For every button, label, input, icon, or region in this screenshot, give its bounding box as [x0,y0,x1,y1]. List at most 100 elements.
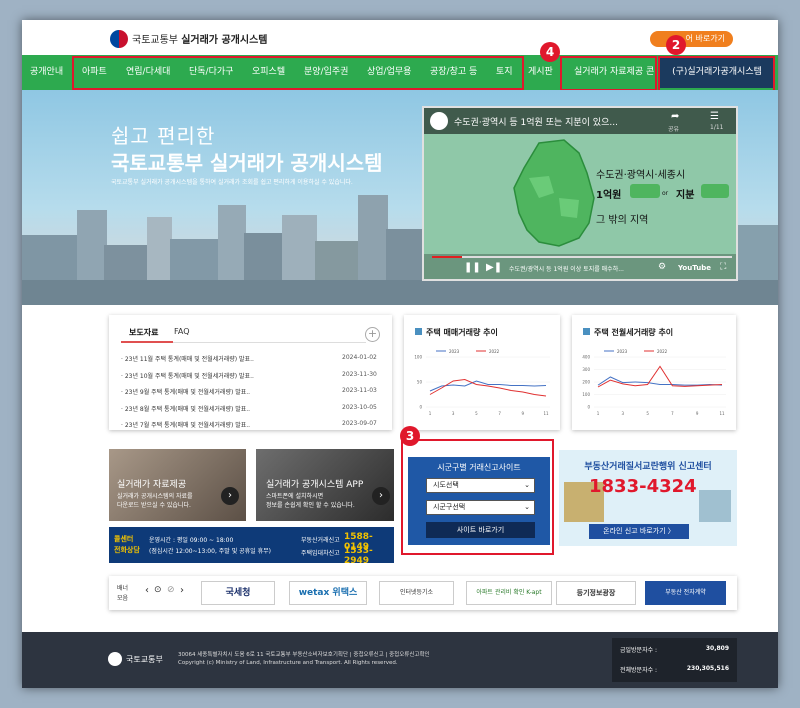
call-center-label2: 전화상담 [114,546,140,554]
y-tick-label: 200 [582,380,590,385]
news-item[interactable]: · 23년 10월 주택 통계(매매 및 전월세거래량) 발표.. [121,371,254,380]
y-tick-label: 100 [414,355,422,360]
chevron-down-icon: ⌄ [524,481,530,489]
next-icon[interactable]: › [180,585,184,596]
tab-faq[interactable]: FAQ [174,327,190,336]
video-progress-fill [432,256,462,258]
badge-2: 2 [666,35,686,55]
arrow-right-icon[interactable]: › [221,487,239,505]
chart-card-sales[interactable]: 주택 매매거래량 추이 2023 2022 100 50 0 1 3 5 7 9 11 [404,315,560,430]
call-center-label1: 콜센터 [114,535,134,543]
video-text-2c: 지분 [676,190,695,201]
building-illustration [699,490,731,522]
legend-label: 2023 [449,349,460,354]
today-visitors-count: 30,809 [705,645,729,652]
site-title-main: 실거래가 공개시스템 [181,35,268,46]
footer-copyright: Copyright (c) Ministry of Land, Infrastr… [178,660,398,666]
video-player[interactable]: 수도권·광역시 등 1억원 또는 지분이 있으... ➦ 공유 ☰ 1/11 수… [422,106,738,281]
video-caption: 수도권/광역시 등 1억원 이상 토지를 매수하... [509,266,624,273]
playlist-icon[interactable]: ☰ [710,111,719,122]
news-item[interactable]: · 23년 8월 주택 통계(매매 및 전월세거래량) 발표.. [121,404,250,413]
video-text-3: 그 밖의 지역 [596,215,649,226]
share-icon[interactable]: ➦ [671,111,679,122]
play-icon[interactable]: ⊙ [154,585,162,595]
channel-avatar[interactable] [430,112,448,130]
tab-press-release[interactable]: 보도자료 [129,327,158,338]
badge-3: 3 [400,426,420,446]
district-select[interactable]: 시군구선택 ⌄ [426,500,535,515]
badge-4: 4 [540,42,560,62]
site-go-button[interactable]: 사이트 바로가기 [426,522,535,538]
data-provision-banner[interactable]: 실거래가 자료제공 실거래가 공개시스템의 자료를 다운로드 받으실 수 있습니… [109,449,246,521]
arrow-right-icon[interactable]: › [372,487,390,505]
nav-item-guide[interactable]: 공개안내 [30,55,63,90]
footer-address: 30064 세종특별자치시 도움 6로 11 국토교통부 부동산소비자보호기획단… [178,652,430,658]
banner-registry-plaza[interactable]: 등기정보광장 [556,581,636,605]
online-report-link[interactable]: 온라인 신고 바로가기 〉 [589,524,689,539]
app-banner[interactable]: 실거래가 공개시스템 APP 스마트폰에 설치하시면 정보를 손쉽게 확인 할 … [256,449,394,521]
call-center-banner: 콜센터 전화상담 운영시간 : 평일 09:00 ~ 18:00 (점심시간 1… [109,527,394,563]
y-tick-label: 400 [582,355,590,360]
site-title-prefix: 국토교통부 [132,35,178,46]
x-tick-label: 5 [475,411,478,416]
site-title[interactable]: 국토교통부 실거래가 공개시스템 [132,31,267,46]
x-tick-label: 3 [622,411,625,416]
x-tick-label: 9 [696,411,699,416]
x-tick-label: 11 [719,411,725,416]
y-tick-label: 0 [587,405,590,410]
news-date: 2023-09-07 [342,420,377,427]
video-title[interactable]: 수도권·광역시 등 1억원 또는 지분이 있으... [454,115,618,128]
pause-icon[interactable]: ❚❚ [464,262,481,273]
y-tick-label: 300 [582,367,590,372]
banner-kapt[interactable]: 아파트 관리비 확인 K-apt [466,581,552,605]
video-text-1: 수도권·광역시·세종시 [596,170,686,181]
today-visitors-label: 금일방문자수 : [620,647,658,654]
footer-org: 국토교통부 [126,655,163,664]
news-date: 2023-11-03 [342,387,377,394]
rent-line-chart: 2023 2022 400 300 200 100 0 1 3 5 7 9 11 [582,349,726,416]
banner-wetax[interactable]: wetax 위택스 [289,581,367,605]
settings-icon[interactable]: ⚙ [658,262,666,272]
banner-zone-label1: 배너 [117,585,129,592]
hero-description: 국토교통부 실거래가 공개시스템을 통하여 실거래가 조회를 쉽고 편리하게 이… [111,179,353,186]
y-tick-label: 0 [419,405,422,410]
shortcut-button[interactable]: 어 바로가기 [650,31,733,47]
report-center-banner[interactable]: 부동산거래질서교란행위 신고센터 1833-4324 온라인 신고 바로가기 〉 [559,450,737,546]
banner-e-contract[interactable]: 부동산 전자계약 [645,581,726,605]
chart-card-rent[interactable]: 주택 전월세거래량 추이 2023 2022 400 300 200 100 0 1 3 5 7 9 1… [572,315,736,430]
x-tick-label: 11 [543,411,549,416]
news-date: 2024-01-02 [342,354,377,361]
news-item[interactable]: · 23년 11월 주택 통계(매매 및 전월세거래량) 발표.. [121,354,254,363]
call-center-hours2: (점심시간 12:00~13:00, 주말 및 공휴일 휴무) [149,548,271,555]
highlight-box-1 [72,56,524,90]
top-bar: 국토교통부 실거래가 공개시스템 어 바로가기 [22,20,778,55]
hero-line2: 국토교통부 실거래가 공개시스템 [111,151,383,175]
x-tick-label: 1 [429,411,432,416]
hero-line1: 쉽고 편리한 [111,124,216,148]
x-tick-label: 9 [522,411,525,416]
banner-nts[interactable]: 국세청 [201,581,275,605]
series-line-2023 [597,376,723,386]
youtube-logo[interactable]: YouTube [678,264,711,272]
x-tick-label: 3 [452,411,455,416]
y-tick-label: 50 [417,380,423,385]
chevron-down-icon: ⌄ [524,503,530,511]
pause-icon[interactable]: ⊘ [167,585,175,595]
next-icon[interactable]: ▶❚ [486,262,502,273]
news-item[interactable]: · 23년 9월 주택 통계(매매 및 전월세거래량) 발표.. [121,387,250,396]
app-banner-desc1: 스마트폰에 설치하시면 [266,493,324,500]
highlight-box-4 [560,56,657,91]
video-title-bar: 수도권·광역시 등 1억원 또는 지분이 있으... ➦ 공유 ☰ 1/11 [424,108,736,134]
mini-map-icon-1 [630,184,660,198]
prev-icon[interactable]: ‹ [145,585,149,596]
video-progress-bar[interactable] [432,256,732,258]
chart-title: 주택 전월세거래량 추이 [594,328,674,337]
data-banner-desc2: 다운로드 받으실 수 있습니다. [117,502,191,509]
province-select[interactable]: 시도선택 ⌄ [426,478,535,493]
more-plus-icon[interactable]: + [365,327,380,342]
fullscreen-icon[interactable]: ⛶ [720,262,726,272]
news-item[interactable]: · 23년 7월 주택 통계(매매 및 전월세거래량) 발표.. [121,420,250,429]
visitor-counter: 금일방문자수 : 30,809 전체방문자수 : 230,305,516 [612,638,737,682]
banner-iros[interactable]: 인터넷등기소 [379,581,454,605]
data-banner-desc1: 실거래가 공개시스템의 자료를 [117,493,193,500]
